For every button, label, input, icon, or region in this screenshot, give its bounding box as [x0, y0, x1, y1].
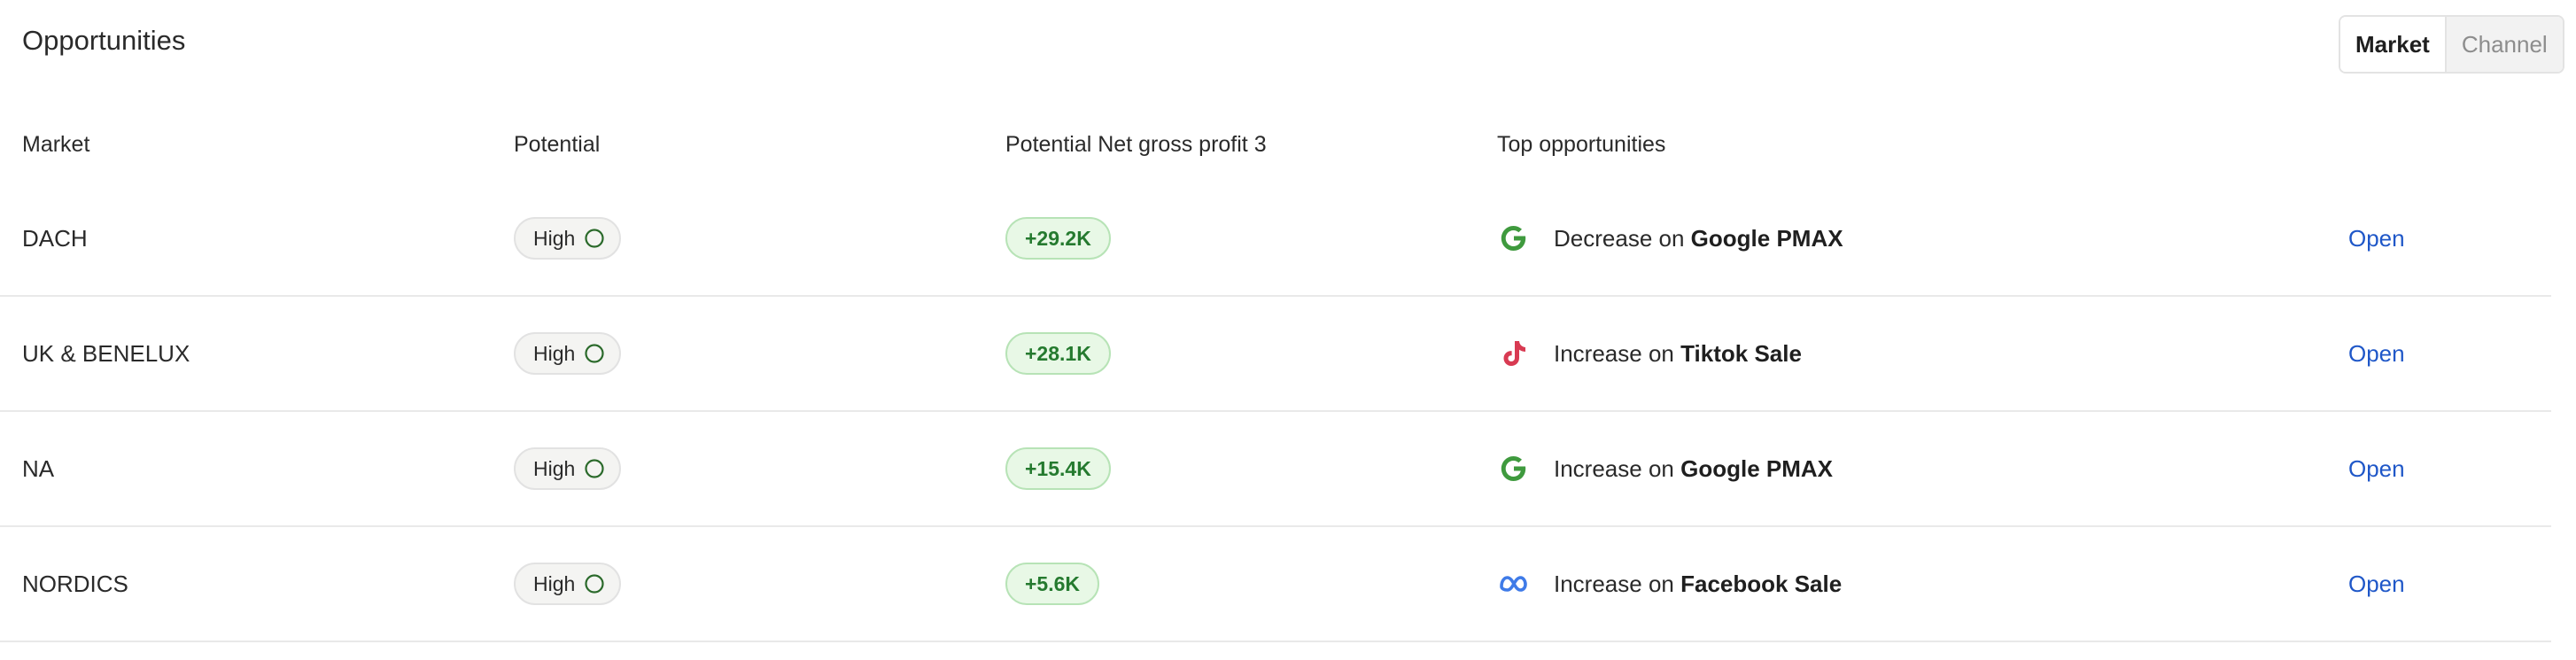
profit-cell: +5.6K — [1005, 527, 1100, 641]
action-label: Decrease — [1554, 224, 1653, 252]
potential-badge: High — [514, 447, 622, 490]
top-opportunity-cell: Increase on Facebook Sale — [1497, 527, 1842, 641]
action-label: Increase — [1554, 570, 1642, 597]
open-cell: Open — [2348, 527, 2405, 641]
potential-badge: High — [514, 563, 622, 605]
market-name: NORDICS — [22, 570, 128, 597]
google-icon — [1497, 452, 1531, 485]
market-name: DACH — [22, 224, 88, 252]
toggle-channel[interactable]: Channel — [2444, 17, 2563, 72]
market-name: UK & BENELUX — [22, 339, 190, 367]
meta-icon — [1497, 567, 1531, 601]
table-row: NORDICS High +5.6K Increase on Facebook … — [0, 527, 2551, 642]
column-profit: Potential Net gross profit 3 — [1005, 132, 1267, 157]
top-opportunity-cell: Increase on Tiktok Sale — [1497, 297, 1802, 410]
potential-label: High — [533, 341, 576, 365]
open-link[interactable]: Open — [2348, 340, 2405, 368]
table-header: Market Potential Potential Net gross pro… — [0, 111, 2551, 182]
top-opportunity-cell: Increase on Google PMAX — [1497, 412, 1833, 525]
table-row: UK & BENELUX High +28.1K Increase on Tik… — [0, 297, 2551, 412]
action-label: Increase — [1554, 454, 1642, 482]
profit-badge: +15.4K — [1005, 447, 1111, 490]
profit-cell: +29.2K — [1005, 182, 1111, 295]
column-potential: Potential — [514, 132, 601, 157]
connector-label: on — [1648, 570, 1674, 597]
potential-badge: High — [514, 332, 622, 375]
google-icon — [1497, 221, 1531, 255]
channel-label: Tiktok Sale — [1680, 339, 1802, 367]
circle-icon — [584, 458, 605, 479]
connector-label: on — [1648, 454, 1674, 482]
opportunities-table: Market Potential Potential Net gross pro… — [0, 111, 2551, 642]
toggle-market[interactable]: Market — [2340, 17, 2445, 72]
page-title: Opportunities — [22, 25, 186, 56]
column-top-opportunities: Top opportunities — [1497, 132, 1666, 157]
opportunities-header: Opportunities Market Channel — [0, 0, 2564, 84]
column-market: Market — [22, 132, 90, 157]
potential-cell: High — [514, 182, 622, 295]
view-toggle: Market Channel — [2339, 15, 2564, 74]
profit-badge: +5.6K — [1005, 563, 1100, 605]
channel-label: Facebook Sale — [1680, 570, 1843, 597]
tiktok-icon — [1497, 337, 1531, 370]
table-row: DACH High +29.2K Decrease on Google PMAX… — [0, 182, 2551, 297]
market-name: NA — [22, 454, 55, 482]
profit-badge: +28.1K — [1005, 332, 1111, 375]
connector-label: on — [1648, 339, 1674, 367]
action-label: Increase — [1554, 339, 1642, 367]
open-cell: Open — [2348, 412, 2405, 525]
circle-icon — [584, 573, 605, 594]
open-link[interactable]: Open — [2348, 225, 2405, 252]
open-link[interactable]: Open — [2348, 571, 2405, 598]
potential-label: High — [533, 226, 576, 250]
profit-cell: +28.1K — [1005, 297, 1111, 410]
open-cell: Open — [2348, 297, 2405, 410]
open-link[interactable]: Open — [2348, 455, 2405, 483]
potential-label: High — [533, 456, 576, 480]
profit-cell: +15.4K — [1005, 412, 1111, 525]
profit-badge: +29.2K — [1005, 217, 1111, 260]
circle-icon — [584, 228, 605, 249]
potential-badge: High — [514, 217, 622, 260]
open-cell: Open — [2348, 182, 2405, 295]
top-opportunity-cell: Decrease on Google PMAX — [1497, 182, 1843, 295]
potential-cell: High — [514, 297, 622, 410]
channel-label: Google PMAX — [1680, 454, 1834, 482]
potential-label: High — [533, 571, 576, 595]
table-row: NA High +15.4K Increase on Google PMAX O… — [0, 412, 2551, 527]
potential-cell: High — [514, 412, 622, 525]
channel-label: Google PMAX — [1690, 224, 1843, 252]
circle-icon — [584, 343, 605, 364]
connector-label: on — [1658, 224, 1685, 252]
potential-cell: High — [514, 527, 622, 641]
